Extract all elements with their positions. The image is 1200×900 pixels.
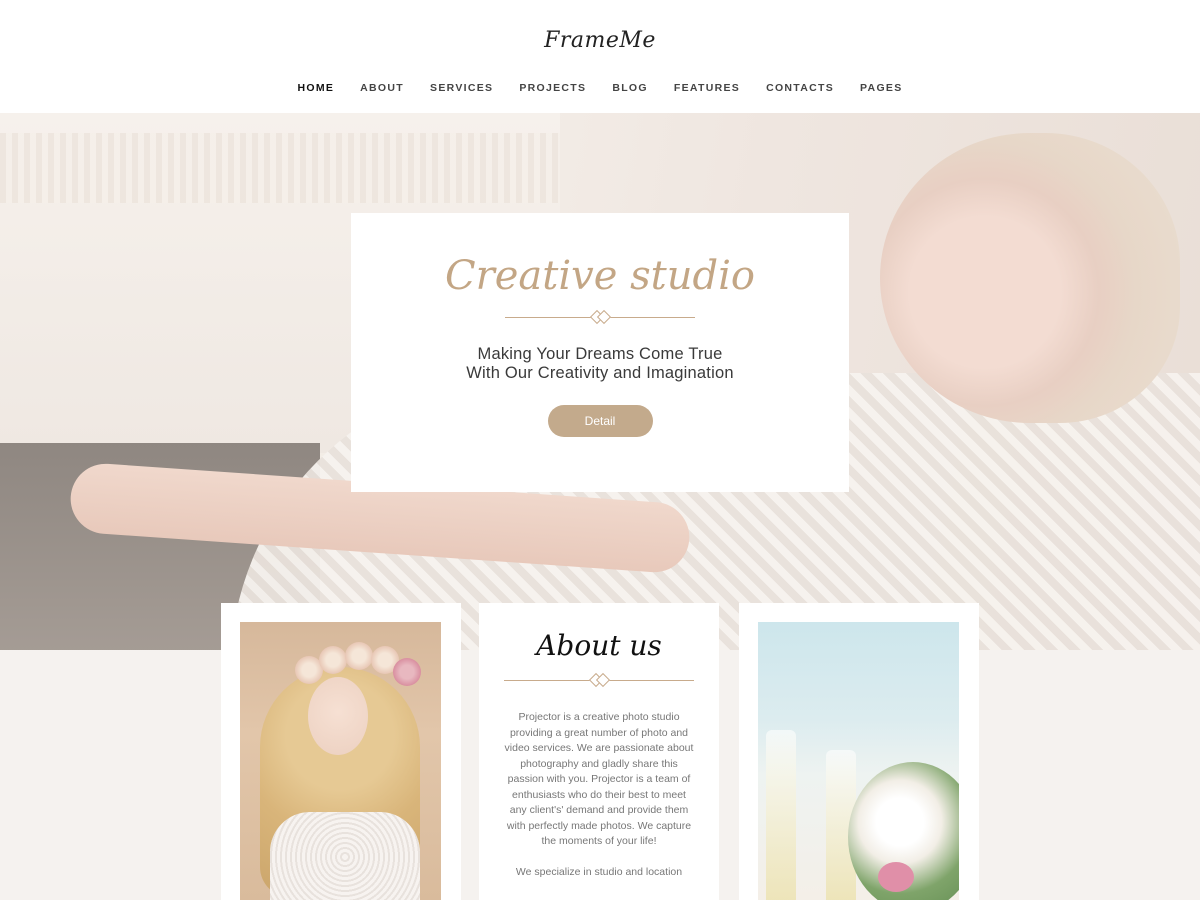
flowers-photo[interactable] [758,622,959,900]
nav-item-contacts[interactable]: CONTACTS [766,82,834,94]
detail-button[interactable]: Detail [547,405,653,437]
ornament-divider [505,309,695,325]
about-paragraph: Projector is a creative photo studio pro… [504,711,694,847]
ornament-divider [504,672,694,688]
photo-face [308,677,368,755]
flowers-card [739,603,979,900]
hero-title: Creative studio [445,253,755,299]
nav-item-home[interactable]: HOME [297,82,334,94]
hero-background-mantel [0,133,560,203]
about-title: About us [536,629,662,662]
hero-banner: Creative studio Making Your Dreams Come … [0,113,1200,650]
site-logo[interactable]: FrameMe [0,28,1200,53]
hero-card: Creative studio Making Your Dreams Come … [351,213,849,492]
hero-subtitle: Making Your Dreams Come True With Our Cr… [351,345,849,383]
lace-dress [270,812,420,900]
nav-item-features[interactable]: FEATURES [674,82,740,94]
hero-subtitle-line1: Making Your Dreams Come True [477,345,723,363]
portrait-photo[interactable] [240,622,441,900]
portrait-card [221,603,461,900]
rose [878,862,914,892]
hero-background-woman [880,133,1180,423]
flower [345,642,373,670]
nav-item-projects[interactable]: PROJECTS [519,82,586,94]
site-header: FrameMe HOME ABOUT SERVICES PROJECTS BLO… [0,0,1200,113]
nav-item-about[interactable]: ABOUT [360,82,404,94]
nav-item-blog[interactable]: BLOG [612,82,648,94]
flower-crown [295,642,425,686]
about-card: About us Projector is a creative photo s… [479,603,719,900]
hero-subtitle-line2: With Our Creativity and Imagination [466,364,734,382]
flower [393,658,421,686]
nav-item-pages[interactable]: PAGES [860,82,902,94]
flower [319,646,347,674]
champagne-glass [766,730,796,900]
nav-item-services[interactable]: SERVICES [430,82,493,94]
about-paragraph-2: We specialize in studio and location [515,865,683,878]
main-nav: HOME ABOUT SERVICES PROJECTS BLOG FEATUR… [0,82,1200,94]
